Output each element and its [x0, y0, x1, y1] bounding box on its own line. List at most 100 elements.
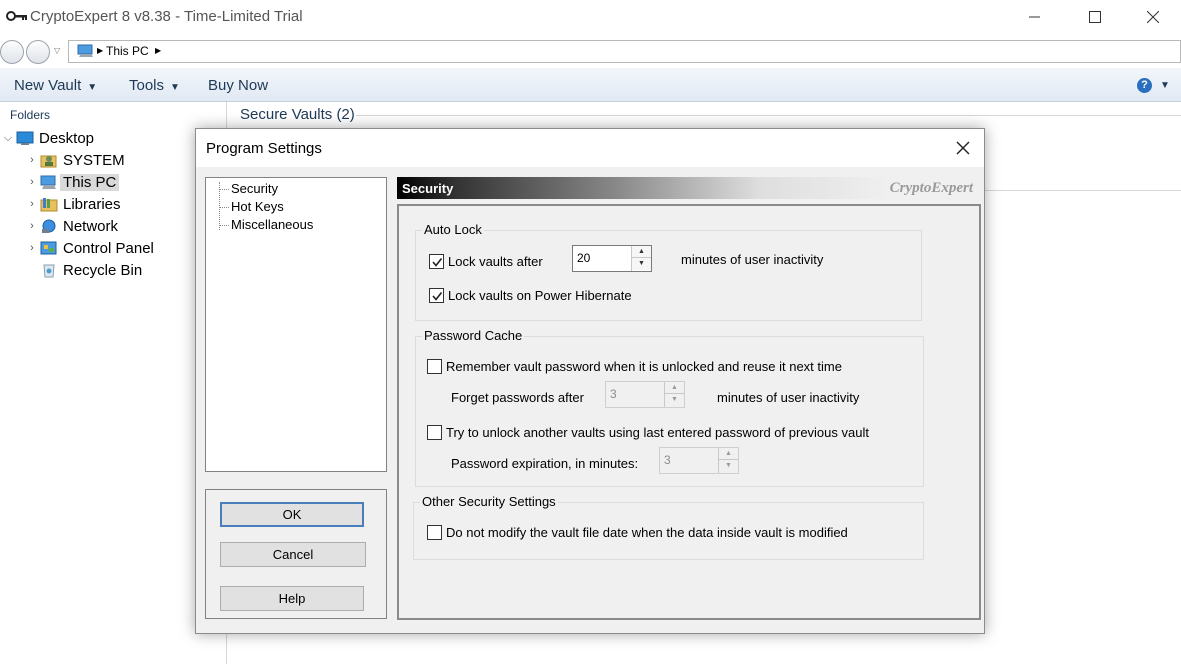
nav-item-hot-keys[interactable]: Hot Keys [219, 199, 284, 214]
desktop-icon [16, 131, 34, 146]
brand-label: CryptoExpert [890, 180, 973, 197]
other-security-group: Other Security Settings Do not modify th… [413, 502, 924, 560]
spin-down-icon[interactable]: ▼ [719, 460, 738, 472]
lock-on-hibernate-label: Lock vaults on Power Hibernate [448, 288, 632, 303]
network-icon [40, 219, 58, 234]
tree-item-recycle-bin[interactable]: Recycle Bin [24, 260, 142, 280]
cancel-button[interactable]: Cancel [220, 542, 366, 567]
auto-lock-title: Auto Lock [422, 222, 484, 237]
help-icon[interactable]: ? [1137, 78, 1152, 93]
spin-up-icon[interactable]: ▲ [665, 382, 684, 394]
no-modify-date-label: Do not modify the vault file date when t… [446, 525, 848, 540]
tree-item-control-panel[interactable]: › Control Panel [24, 238, 154, 258]
help-button[interactable]: Help [220, 586, 364, 611]
lock-on-hibernate-checkbox[interactable]: Lock vaults on Power Hibernate [429, 288, 632, 303]
history-dropdown-icon[interactable]: ▽ [54, 46, 60, 55]
recycle-bin-icon [40, 263, 58, 278]
caret-down-icon: ▼ [170, 82, 180, 93]
tree-item-label: Libraries [63, 196, 121, 213]
chevron-right-icon[interactable]: › [24, 242, 40, 254]
section-body: Auto Lock Lock vaults after 20 ▲ ▼ minut… [397, 204, 981, 620]
close-window-button[interactable] [1124, 0, 1181, 34]
user-folder-icon [40, 153, 58, 168]
check-icon [431, 290, 443, 302]
checkbox-unchecked[interactable] [427, 425, 442, 440]
tree-item-label: Desktop [39, 130, 94, 147]
tree-item-label: Network [63, 218, 118, 235]
key-icon [6, 10, 28, 22]
lock-after-spinner[interactable]: 20 ▲ ▼ [572, 245, 652, 272]
spin-up-icon[interactable]: ▲ [719, 448, 738, 460]
control-panel-icon [40, 241, 58, 256]
chevron-right-icon[interactable]: › [24, 154, 40, 166]
forget-passwords-label: Forget passwords after [451, 390, 584, 405]
maximize-button[interactable] [1066, 0, 1124, 34]
caret-down-icon: ▼ [87, 82, 97, 93]
no-modify-date-checkbox[interactable]: Do not modify the vault file date when t… [427, 525, 848, 540]
checkbox-unchecked[interactable] [427, 359, 442, 374]
tree-item-system[interactable]: › SYSTEM [24, 150, 125, 170]
new-vault-menu[interactable]: New Vault▼ [14, 77, 97, 94]
secure-vaults-header: Secure Vaults (2) [240, 106, 355, 123]
buy-now-menu[interactable]: Buy Now [208, 77, 268, 94]
breadcrumb-separator-icon[interactable]: ▶ [97, 46, 103, 55]
folders-header: Folders [10, 108, 50, 122]
tree-item-libraries[interactable]: › Libraries [24, 194, 121, 214]
remember-password-label: Remember vault password when it is unloc… [446, 359, 842, 374]
dialog-button-group: OK Cancel Help [205, 489, 387, 619]
chevron-right-icon[interactable]: › [24, 176, 40, 188]
checkbox-checked[interactable] [429, 254, 444, 269]
help-caret-down-icon[interactable]: ▼ [1160, 80, 1170, 91]
tools-menu[interactable]: Tools▼ [129, 77, 180, 94]
password-cache-group: Password Cache Remember vault password w… [415, 336, 924, 487]
tree-item-network[interactable]: › Network [24, 216, 118, 236]
tree-item-label: This PC [60, 174, 119, 191]
other-security-title: Other Security Settings [420, 494, 558, 509]
back-button[interactable] [0, 40, 24, 64]
computer-icon [77, 44, 95, 58]
dialog-close-button[interactable] [951, 137, 975, 159]
menu-bar: New Vault▼ Tools▼ Buy Now ? ▼ [0, 68, 1181, 102]
forward-button[interactable] [26, 40, 50, 64]
password-expiration-spinner[interactable]: 3 ▲ ▼ [659, 447, 739, 474]
program-settings-dialog: Program Settings Security Hot Keys Misce… [195, 128, 985, 634]
chevron-right-icon[interactable]: › [24, 198, 40, 210]
chevron-down-icon[interactable]: ⌵ [0, 132, 16, 145]
checkbox-unchecked[interactable] [427, 525, 442, 540]
checkbox-checked[interactable] [429, 288, 444, 303]
dialog-title-bar: Program Settings [196, 129, 984, 167]
tree-item-this-pc[interactable]: › This PC [24, 172, 119, 192]
section-header: Security CryptoExpert [397, 177, 981, 199]
spin-up-icon[interactable]: ▲ [632, 246, 651, 258]
breadcrumb-this-pc[interactable]: This PC [106, 44, 149, 58]
tree-item-label: Recycle Bin [63, 262, 142, 279]
password-expiration-value[interactable]: 3 [664, 453, 671, 467]
lock-vaults-after-label: Lock vaults after [448, 254, 543, 269]
spin-down-icon[interactable]: ▼ [632, 258, 651, 270]
forget-after-value[interactable]: 3 [610, 387, 617, 401]
try-unlock-checkbox[interactable]: Try to unlock another vaults using last … [427, 425, 869, 440]
divider [985, 190, 1181, 191]
chevron-right-icon[interactable]: › [24, 220, 40, 232]
lock-vaults-after-checkbox[interactable]: Lock vaults after [429, 254, 543, 269]
remember-password-checkbox[interactable]: Remember vault password when it is unloc… [427, 359, 842, 374]
forget-after-spinner[interactable]: 3 ▲ ▼ [605, 381, 685, 408]
tree-item-label: SYSTEM [63, 152, 125, 169]
nav-item-miscellaneous[interactable]: Miscellaneous [219, 217, 313, 232]
spin-down-icon[interactable]: ▼ [665, 394, 684, 406]
nav-item-security[interactable]: Security [219, 181, 278, 196]
close-icon [1147, 11, 1159, 23]
auto-lock-group: Auto Lock Lock vaults after 20 ▲ ▼ minut… [415, 230, 922, 321]
libraries-icon [40, 197, 58, 212]
lock-after-value[interactable]: 20 [577, 251, 590, 265]
lock-after-suffix: minutes of user inactivity [681, 252, 823, 267]
tree-item-desktop[interactable]: ⌵ Desktop [0, 128, 94, 148]
minimize-button[interactable] [1006, 0, 1064, 34]
check-icon [431, 256, 443, 268]
section-title: Security [402, 181, 453, 196]
window-title: CryptoExpert 8 v8.38 - Time-Limited Tria… [30, 8, 303, 25]
breadcrumb-expand-icon[interactable]: ▶ [155, 46, 161, 55]
ok-button[interactable]: OK [220, 502, 364, 527]
maximize-icon [1089, 11, 1101, 23]
address-bar[interactable]: ▶ This PC ▶ [68, 40, 1181, 63]
